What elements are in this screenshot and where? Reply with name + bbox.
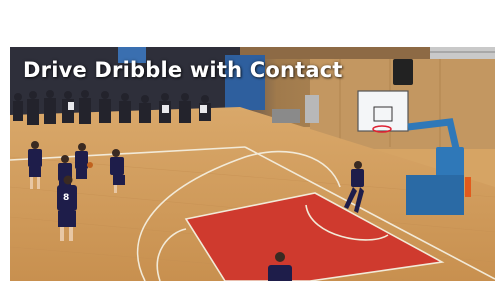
gym-scene — [10, 47, 495, 281]
upper-railing — [430, 47, 495, 61]
video-frame: Drive Dribble with Contact 8 — [10, 47, 495, 281]
scoreboard-speaker-icon — [393, 59, 413, 85]
video-caption: Drive Dribble with Contact — [23, 58, 343, 82]
jersey-number: 8 — [63, 193, 70, 203]
